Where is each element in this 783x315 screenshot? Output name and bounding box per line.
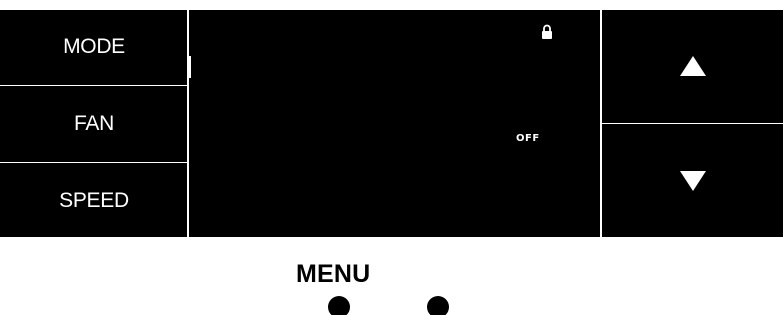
speed-button-label: SPEED [59, 188, 129, 212]
thermostat-panel: MODE FAN SPEED OFF MENU [0, 0, 783, 315]
menu-label: MENU [296, 260, 371, 288]
divider [602, 123, 783, 124]
speed-button[interactable]: SPEED [0, 164, 188, 237]
up-arrow-icon [679, 56, 706, 76]
menu-button-right[interactable] [427, 296, 449, 315]
mode-button[interactable]: MODE [0, 10, 188, 84]
left-button-column: MODE FAN SPEED [0, 10, 188, 237]
right-button-column [602, 10, 783, 237]
menu-button-left[interactable] [328, 296, 350, 315]
fan-button[interactable]: FAN [0, 87, 188, 161]
divider [0, 162, 188, 163]
fan-button-label: FAN [74, 112, 114, 135]
status-label: OFF [516, 133, 540, 144]
up-button[interactable] [602, 10, 783, 122]
screen-notch [188, 56, 191, 78]
divider [600, 10, 601, 237]
down-arrow-icon [679, 171, 706, 191]
divider [187, 10, 188, 237]
divider [0, 85, 188, 86]
mode-button-label: MODE [63, 35, 125, 58]
display-screen [189, 10, 600, 237]
down-button[interactable] [602, 125, 783, 237]
lock-icon [542, 24, 552, 39]
